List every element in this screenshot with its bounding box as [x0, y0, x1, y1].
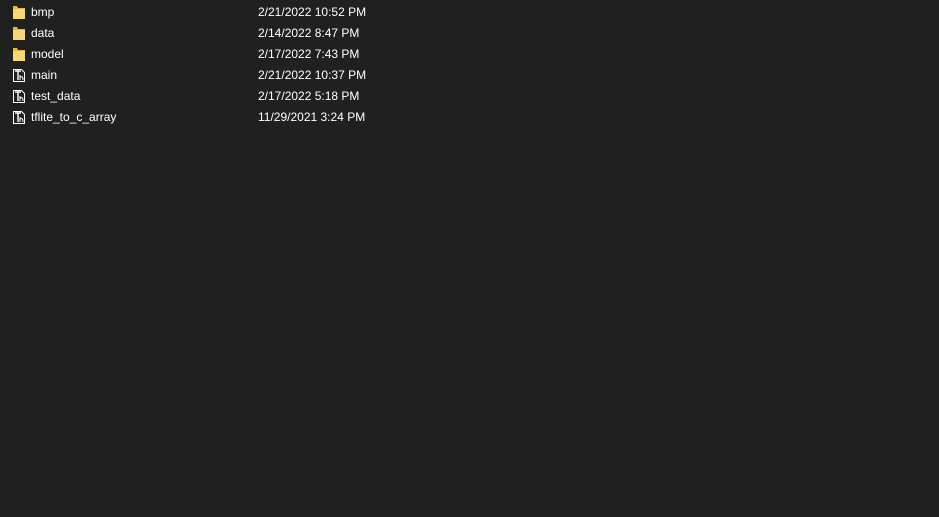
- file-modified-date: 2/21/2022 10:52 PM: [258, 5, 367, 19]
- python-file-icon: [12, 68, 26, 83]
- folder-icon: [12, 5, 26, 20]
- python-file-icon: [12, 89, 26, 104]
- file-row-data[interactable]: data 2/14/2022 8:47 PM: [0, 23, 939, 44]
- file-name: test_data: [31, 89, 81, 103]
- file-list: bmp 2/21/2022 10:52 PM data 2/14/2022 8:…: [0, 2, 939, 128]
- file-name: bmp: [31, 5, 55, 19]
- file-row-bmp[interactable]: bmp 2/21/2022 10:52 PM: [0, 2, 939, 23]
- file-name: main: [31, 68, 58, 82]
- file-modified-date: 11/29/2021 3:24 PM: [258, 110, 366, 124]
- file-name: model: [31, 47, 64, 61]
- folder-icon: [12, 26, 26, 41]
- file-modified-date: 2/14/2022 8:47 PM: [258, 26, 360, 40]
- file-row-model[interactable]: model 2/17/2022 7:43 PM: [0, 44, 939, 65]
- file-row-tflite-to-c-array[interactable]: tflite_to_c_array 11/29/2021 3:24 PM: [0, 107, 939, 128]
- file-row-main[interactable]: main 2/21/2022 10:37 PM: [0, 65, 939, 86]
- folder-icon: [12, 47, 26, 62]
- file-name: data: [31, 26, 55, 40]
- python-file-icon: [12, 110, 26, 125]
- file-modified-date: 2/21/2022 10:37 PM: [258, 68, 367, 82]
- file-row-test-data[interactable]: test_data 2/17/2022 5:18 PM: [0, 86, 939, 107]
- file-modified-date: 2/17/2022 5:18 PM: [258, 89, 360, 103]
- file-name: tflite_to_c_array: [31, 110, 117, 124]
- file-modified-date: 2/17/2022 7:43 PM: [258, 47, 360, 61]
